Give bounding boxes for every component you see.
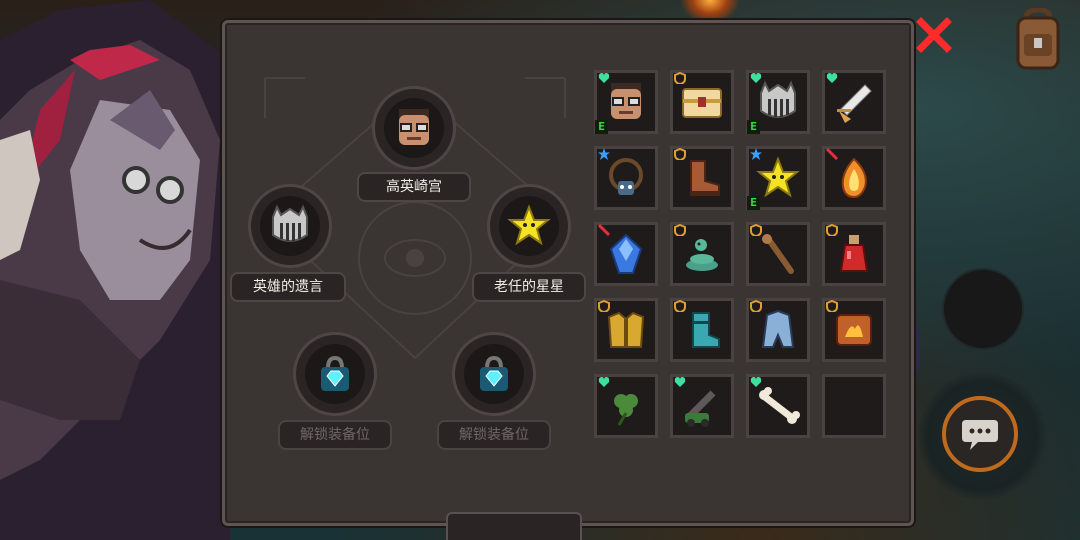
star-tag-icon bbox=[750, 148, 762, 160]
flame-crystal-icon bbox=[841, 157, 867, 199]
chat-button[interactable] bbox=[942, 396, 1018, 472]
close-button[interactable] bbox=[916, 17, 952, 53]
inventory-slot-6[interactable] bbox=[670, 146, 734, 210]
shield-tag-icon bbox=[674, 148, 686, 160]
inventory-slot-4[interactable] bbox=[822, 70, 886, 134]
inventory-slot-3[interactable]: E bbox=[746, 70, 810, 134]
inventory-slot-12[interactable] bbox=[822, 222, 886, 286]
golden-armor-icon bbox=[607, 311, 645, 348]
shield-tag-icon bbox=[598, 300, 610, 312]
diamond-lock-icon bbox=[321, 355, 349, 391]
green-cannon-icon bbox=[685, 390, 716, 427]
teal-boot-icon bbox=[692, 312, 720, 348]
inventory-grid: E E E bbox=[594, 70, 886, 440]
bone-icon bbox=[759, 387, 800, 424]
sword-tag-icon bbox=[598, 224, 610, 236]
silver-helmet-icon bbox=[760, 80, 796, 118]
wooden-staff-icon bbox=[762, 234, 794, 274]
npc-character bbox=[0, 0, 230, 540]
shield-tag-icon bbox=[826, 300, 838, 312]
equipped-badge: E bbox=[747, 120, 760, 134]
bespectacled-head-icon bbox=[399, 109, 429, 145]
bespectacled-head-icon bbox=[611, 83, 641, 119]
heart-tag-icon bbox=[598, 73, 610, 83]
equip-slot-left[interactable] bbox=[248, 184, 332, 268]
yellow-star-icon bbox=[507, 204, 551, 246]
inventory-slot-17[interactable] bbox=[594, 374, 658, 438]
backpack-icon bbox=[1016, 7, 1060, 70]
shield-tag-icon bbox=[826, 224, 838, 236]
equip-label-right: 老任的星星 bbox=[472, 272, 586, 302]
inventory-slot-14[interactable] bbox=[670, 298, 734, 362]
fire-scroll-icon bbox=[836, 314, 872, 346]
equip-slot-right[interactable] bbox=[487, 184, 571, 268]
inventory-slot-9[interactable] bbox=[594, 222, 658, 286]
shield-tag-icon bbox=[750, 300, 762, 312]
shield-tag-icon bbox=[750, 224, 762, 236]
inventory-slot-8[interactable] bbox=[822, 146, 886, 210]
inventory-slot-13[interactable] bbox=[594, 298, 658, 362]
inventory-slot-11[interactable] bbox=[746, 222, 810, 286]
blue-gem-icon bbox=[609, 233, 643, 274]
inventory-slot-2[interactable] bbox=[670, 70, 734, 134]
heart-tag-icon bbox=[750, 377, 762, 387]
shield-tag-icon bbox=[674, 224, 686, 236]
equipped-badge: E bbox=[595, 120, 608, 134]
equipped-badge: E bbox=[747, 196, 760, 210]
heart-tag-icon bbox=[674, 377, 686, 387]
leather-boot-icon bbox=[690, 160, 720, 196]
inventory-slot-1[interactable]: E bbox=[594, 70, 658, 134]
yellow-star-icon bbox=[756, 156, 800, 198]
locked-slot-right[interactable] bbox=[452, 332, 536, 416]
joystick-button[interactable] bbox=[942, 268, 1024, 350]
inventory-slot-10[interactable] bbox=[670, 222, 734, 286]
inventory-slot-15[interactable] bbox=[746, 298, 810, 362]
inventory-slot-7[interactable]: E bbox=[746, 146, 810, 210]
inventory-slot-5[interactable] bbox=[594, 146, 658, 210]
unlock-slot-label-right[interactable]: 解锁装备位 bbox=[437, 420, 551, 450]
equip-label-top: 高英崎宫 bbox=[357, 172, 471, 202]
locked-slot-left[interactable] bbox=[293, 332, 377, 416]
star-tag-icon bbox=[598, 148, 610, 160]
unlock-slot-label-left[interactable]: 解锁装备位 bbox=[278, 420, 392, 450]
chat-bubble-icon bbox=[962, 420, 998, 450]
steel-armor-icon bbox=[761, 309, 795, 348]
winged-feather-icon bbox=[837, 84, 872, 123]
red-potion-icon bbox=[839, 235, 869, 272]
silver-helmet-icon bbox=[272, 204, 308, 242]
heart-tag-icon bbox=[598, 377, 610, 387]
coiled-snake-icon bbox=[686, 239, 718, 271]
shield-tag-icon bbox=[674, 300, 686, 312]
heart-tag-icon bbox=[826, 73, 838, 83]
inventory-slot-16[interactable] bbox=[822, 298, 886, 362]
shield-tag-icon bbox=[674, 72, 686, 84]
equip-label-left: 英雄的遗言 bbox=[230, 272, 346, 302]
backpack-button[interactable] bbox=[1008, 7, 1068, 74]
sword-tag-icon bbox=[826, 148, 838, 160]
fang-necklace-icon bbox=[609, 158, 643, 195]
inventory-slot-19[interactable] bbox=[746, 374, 810, 438]
inventory-slot-20[interactable] bbox=[822, 374, 886, 438]
equip-slot-top[interactable] bbox=[372, 86, 456, 170]
inventory-slot-18[interactable] bbox=[670, 374, 734, 438]
diamond-lock-icon bbox=[480, 355, 508, 391]
clover-leaf-icon bbox=[614, 394, 638, 426]
treasure-chest-icon bbox=[682, 88, 722, 118]
heart-tag-icon bbox=[750, 73, 762, 83]
bottom-tab[interactable] bbox=[446, 512, 582, 540]
red-x-icon bbox=[916, 17, 952, 53]
